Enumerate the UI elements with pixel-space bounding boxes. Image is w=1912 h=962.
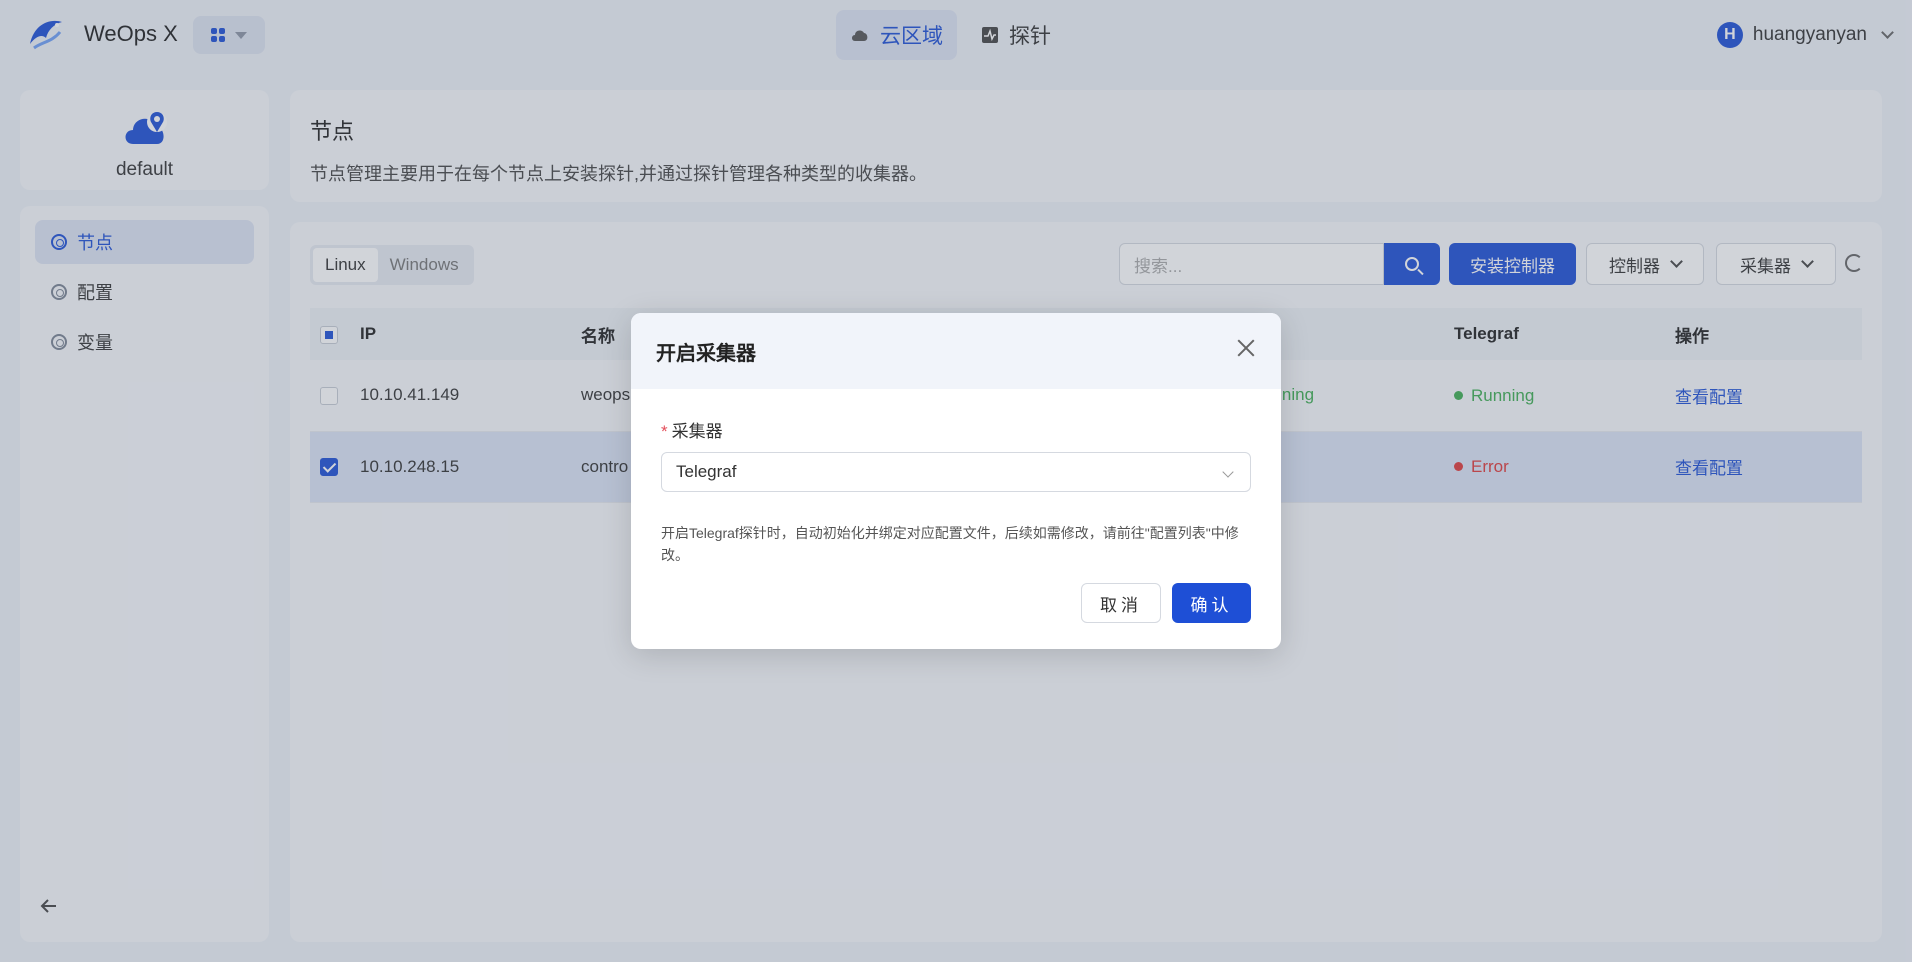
close-icon[interactable]: [1235, 337, 1257, 359]
field-label-text: 采集器: [671, 422, 723, 441]
required-mark: *: [661, 422, 668, 441]
collector-field-label: * 采集器: [661, 417, 723, 442]
dialog-title: 开启采集器: [656, 342, 756, 365]
collector-select[interactable]: Telegraf: [661, 452, 1251, 492]
confirm-button[interactable]: 确认: [1172, 583, 1251, 623]
select-value: Telegraf: [676, 462, 737, 481]
dialog-header: 开启采集器: [631, 313, 1281, 389]
enable-collector-dialog: 开启采集器 * 采集器 Telegraf 开启Telegraf探针时，自动初始化并…: [631, 313, 1281, 649]
dialog-hint: 开启Telegraf探针时，自动初始化并绑定对应配置文件，后续如需修改，请前往"…: [661, 525, 1239, 563]
cancel-button[interactable]: 取消: [1081, 583, 1161, 623]
chevron-down-icon: [1222, 466, 1234, 478]
